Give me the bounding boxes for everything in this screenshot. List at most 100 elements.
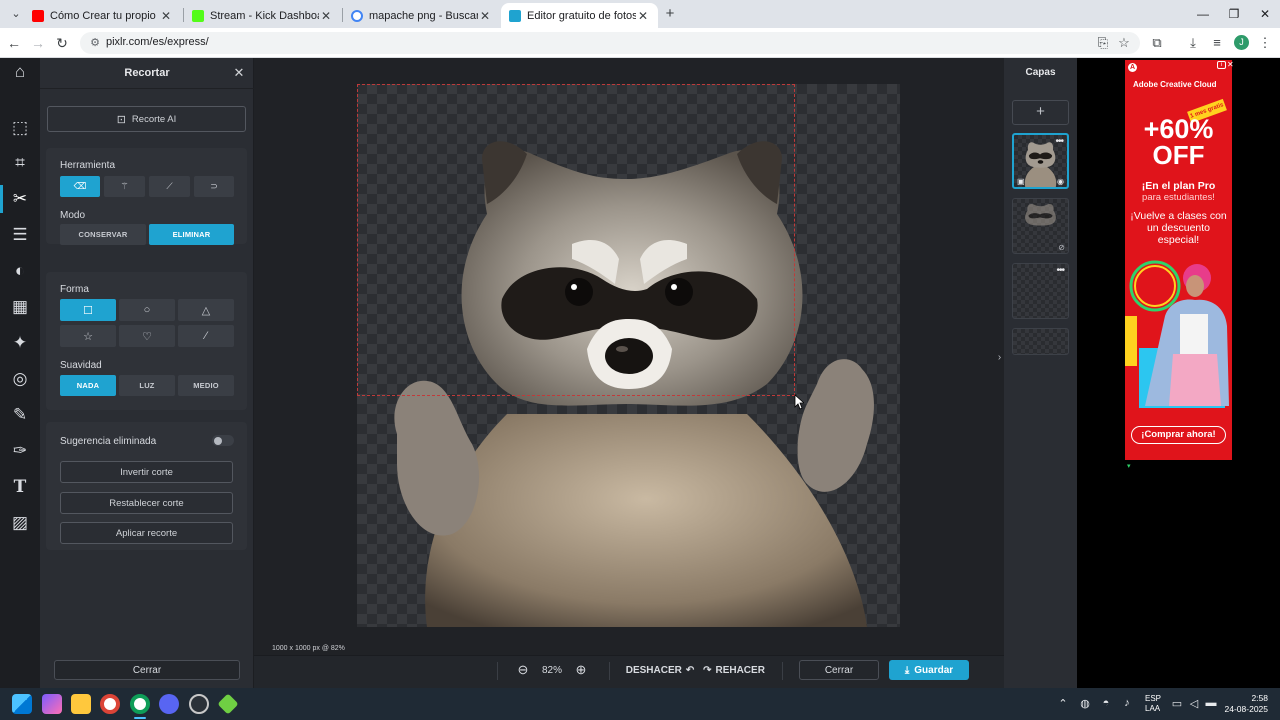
layer-thumb-background[interactable] <box>1012 328 1069 355</box>
close-tab-icon[interactable]: ✕ <box>159 9 173 23</box>
windows-start-icon[interactable] <box>12 694 32 714</box>
download-icon[interactable]: ⤓ <box>1184 34 1202 52</box>
bookmark-star-icon[interactable]: ☆ <box>1115 34 1133 52</box>
reset-cut-button[interactable]: Restablecer corte <box>60 492 233 514</box>
minimize-icon[interactable]: — <box>1188 4 1218 24</box>
shape-triangle-button[interactable]: △ <box>178 299 234 321</box>
zoom-level[interactable]: 82% <box>538 660 566 680</box>
media-control-icon[interactable]: ≡ <box>1208 34 1226 52</box>
save-button[interactable]: ⤓ Guardar <box>889 660 969 680</box>
liquify-icon[interactable]: ◎ <box>8 367 32 391</box>
site-info-icon[interactable]: ⚙ <box>88 36 102 50</box>
show-hidden-icons-chevron-icon[interactable]: ⌃ <box>1056 697 1070 710</box>
panel-close-button[interactable]: Cerrar <box>54 660 240 680</box>
new-tab-icon[interactable]: + <box>662 6 678 22</box>
mode-erase-button[interactable]: ELIMINAR <box>149 224 234 245</box>
cutout-scissors-icon[interactable]: ✂ <box>8 187 32 211</box>
shape-circle-button[interactable]: ○ <box>119 299 175 321</box>
file-explorer-icon[interactable] <box>71 694 91 714</box>
heal-icon[interactable]: ✎ <box>8 403 32 427</box>
obs-icon[interactable] <box>189 694 209 714</box>
microphone-icon[interactable]: ♪ <box>1120 697 1134 709</box>
draw-icon[interactable]: ✑ <box>8 439 32 463</box>
layer-hidden-eye-icon[interactable]: ⊘ <box>1058 243 1065 252</box>
zoom-out-icon[interactable]: ⊖ <box>513 660 533 680</box>
filter-icon[interactable]: ◐ <box>8 259 32 283</box>
chrome-icon[interactable] <box>100 694 120 714</box>
restore-icon[interactable]: ❐ <box>1219 4 1249 24</box>
smooth-none-button[interactable]: NADA <box>60 375 116 396</box>
volume-icon[interactable]: ◁ <box>1187 697 1201 710</box>
close-tab-icon[interactable]: ✕ <box>478 9 492 23</box>
ad-feedback-icon[interactable]: ▾ <box>1127 462 1131 470</box>
apply-cutout-button[interactable]: Aplicar recorte <box>60 522 233 544</box>
network-icon[interactable]: ▭ <box>1170 697 1184 710</box>
chrome-profile-icon[interactable] <box>130 694 150 714</box>
ad-cta-button[interactable]: ¡Comprar ahora! <box>1131 426 1226 444</box>
back-icon[interactable]: ← <box>4 33 24 53</box>
battery-icon[interactable]: ▬ <box>1204 697 1218 709</box>
app-cube-icon[interactable] <box>217 693 239 715</box>
close-tab-icon[interactable]: ✕ <box>319 9 333 23</box>
forward-icon[interactable]: → <box>28 33 48 53</box>
close-tab-icon[interactable]: ✕ <box>636 9 650 23</box>
layer-visibility-eye-icon[interactable]: ◉ <box>1057 177 1064 186</box>
window-close-icon[interactable]: ✕ <box>1250 4 1280 24</box>
layer-thumb-raccoon-cutout[interactable]: ••• ▣ ◉ <box>1012 133 1069 189</box>
shape-line-button[interactable]: ⁄ <box>178 325 234 347</box>
rectangle-selection-marquee[interactable] <box>357 84 795 396</box>
tab-vtuber[interactable]: Cómo Crear tu propio Vtuber e ✕ <box>24 3 181 28</box>
clock[interactable]: 2:58 24-08-2025 <box>1222 693 1268 715</box>
eraser-tool-button[interactable]: ⌫ <box>60 176 100 197</box>
magic-wand-tool-button[interactable]: ⚚ <box>104 176 145 197</box>
menu-icon[interactable]: ⋮ <box>1256 34 1274 52</box>
layer-thumb-empty[interactable]: ••• <box>1012 263 1069 319</box>
shape-heart-button[interactable]: ♡ <box>119 325 175 347</box>
discord-icon[interactable] <box>159 694 179 714</box>
ai-sparkle-icon[interactable]: ✦ <box>8 331 32 355</box>
layer-options-icon[interactable]: ••• <box>1055 136 1063 147</box>
smooth-medium-button[interactable]: MEDIO <box>178 375 234 396</box>
tab-google-search[interactable]: mapache png - Buscar con Goo ✕ <box>343 3 500 28</box>
home-icon[interactable]: ⌂ <box>8 60 32 84</box>
ai-cutout-button[interactable]: ⊡ Recorte AI <box>47 106 246 132</box>
profile-avatar[interactable]: J <box>1234 35 1249 50</box>
arrange-icon[interactable]: ⬚ <box>8 116 32 140</box>
text-icon[interactable]: T <box>8 475 32 499</box>
adjust-icon[interactable]: ☰ <box>8 223 32 247</box>
add-layer-button[interactable]: + <box>1012 100 1069 125</box>
layer-thumb-raccoon-hidden[interactable]: ⊘ <box>1012 198 1069 254</box>
suggestion-toggle[interactable] <box>212 435 234 446</box>
undo-button[interactable]: DESHACER ↶ <box>626 660 695 680</box>
mode-keep-button[interactable]: CONSERVAR <box>60 224 146 245</box>
adobe-ad-banner[interactable]: A Adobe Creative Cloud 1 mes gratis +60%… <box>1125 60 1232 460</box>
close-icon[interactable]: ✕ <box>232 66 246 80</box>
smooth-light-button[interactable]: LUZ <box>119 375 175 396</box>
shape-star-button[interactable]: ☆ <box>60 325 116 347</box>
url-text[interactable]: pixlr.com/es/express/ <box>106 36 209 48</box>
lasso-tool-button[interactable]: ⊃ <box>194 176 234 197</box>
tab-kick[interactable]: Stream - Kick Dashboard ✕ <box>184 3 341 28</box>
collapse-panel-chevron-icon[interactable]: › <box>995 350 1004 366</box>
copilot-icon[interactable] <box>42 694 62 714</box>
layer-options-icon[interactable]: ••• <box>1056 265 1064 276</box>
omnibox[interactable]: ⚙ pixlr.com/es/express/ <box>80 32 1140 54</box>
ad-close-icon[interactable]: ✕ <box>1227 60 1234 69</box>
input-language[interactable]: ESP LAA <box>1145 694 1161 714</box>
crop-icon[interactable]: ⌗ <box>8 151 32 175</box>
close-button[interactable]: Cerrar <box>799 660 879 680</box>
install-app-icon[interactable]: ⎘ <box>1094 34 1112 52</box>
redo-button[interactable]: ↷ REHACER <box>703 660 765 680</box>
tab-search-icon[interactable]: ⌄ <box>8 6 24 22</box>
ad-choices-icon[interactable]: i <box>1217 61 1226 69</box>
zoom-in-icon[interactable]: ⊕ <box>571 660 591 680</box>
invert-cut-button[interactable]: Invertir corte <box>60 461 233 483</box>
pattern-icon[interactable]: ▨ <box>8 511 32 535</box>
effect-icon[interactable]: ▦ <box>8 295 32 319</box>
reload-icon[interactable]: ↻ <box>52 33 72 53</box>
extensions-icon[interactable]: ⧉ <box>1148 34 1166 52</box>
tray-app-icon[interactable]: ◍ <box>1078 697 1092 710</box>
shape-square-button[interactable]: ☐ <box>60 299 116 321</box>
tab-pixlr[interactable]: Editor gratuito de fotos con IA ✕ <box>501 3 658 28</box>
discord-tray-icon[interactable]: ◓ <box>1099 697 1113 709</box>
